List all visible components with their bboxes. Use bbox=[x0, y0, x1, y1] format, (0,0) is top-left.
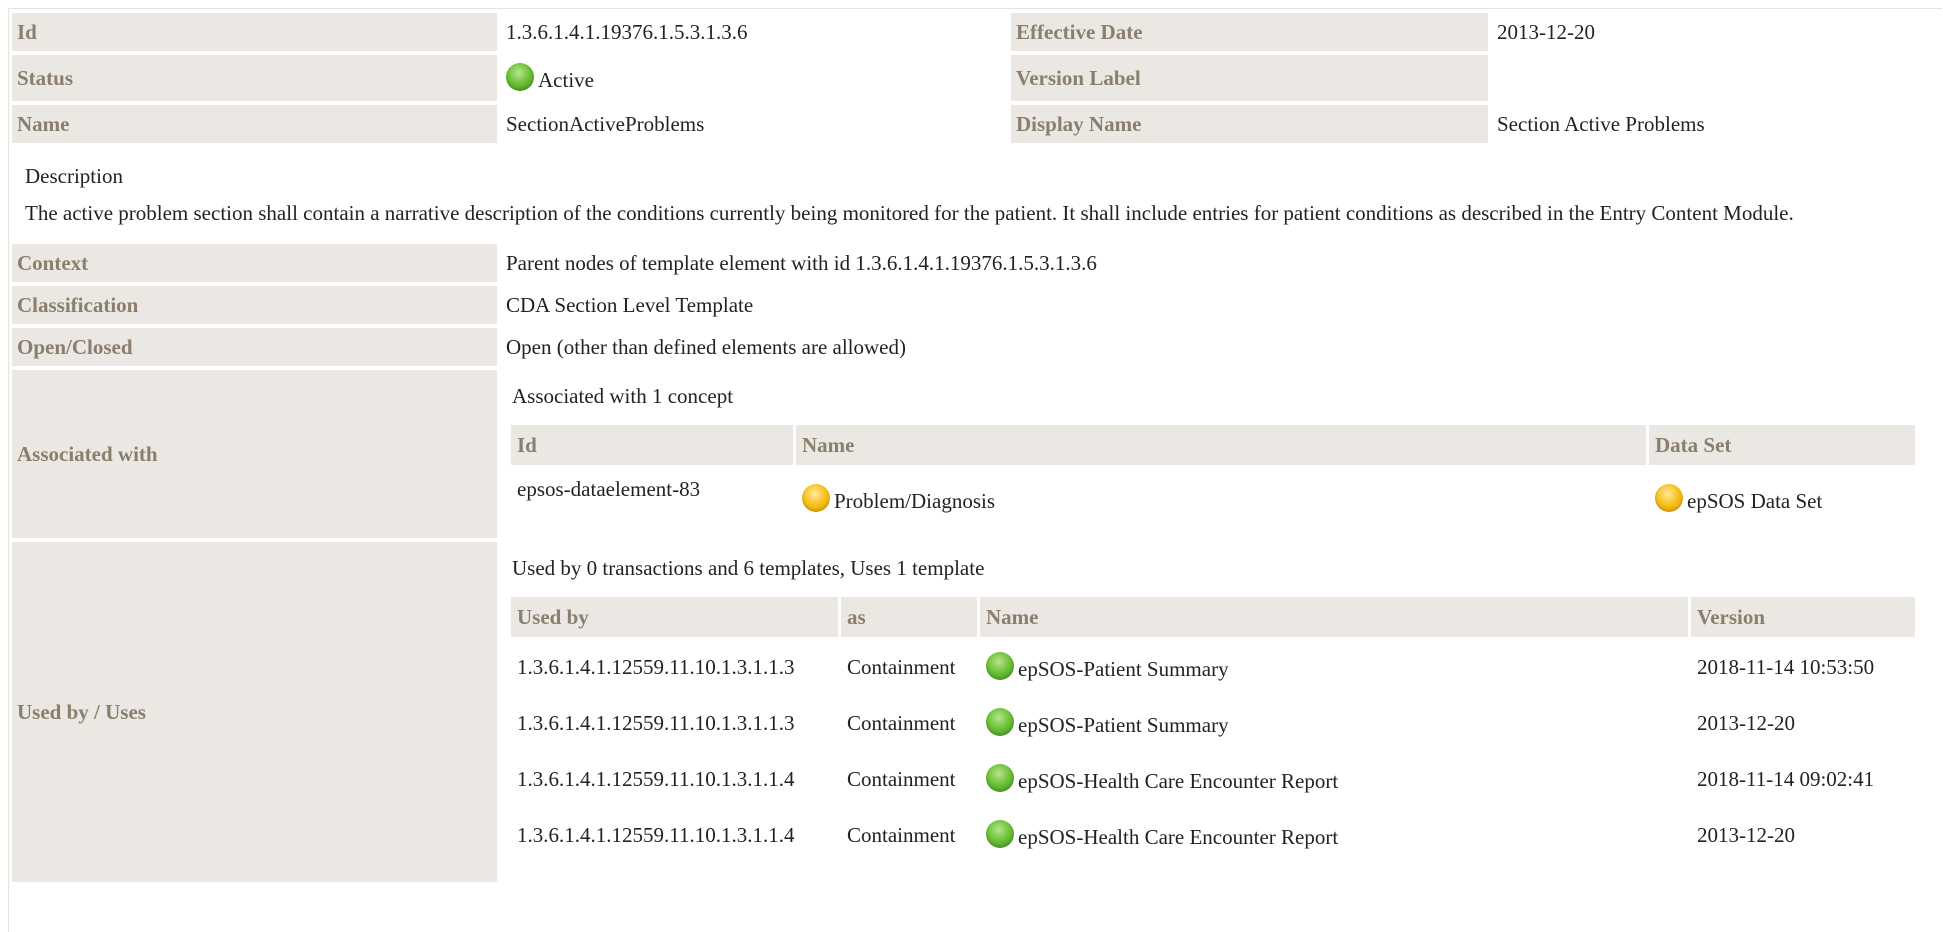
usedby-name[interactable]: epSOS-Health Care Encounter Report bbox=[1018, 769, 1338, 793]
usedby-as: Containment bbox=[847, 654, 956, 679]
usedby-col-used-by: Used by bbox=[511, 597, 838, 637]
associated-intro: Associated with 1 concept bbox=[512, 384, 734, 408]
associated-col-dataset: Data Set bbox=[1649, 425, 1915, 465]
usedby-as: Containment bbox=[847, 766, 956, 791]
context-value: Parent nodes of template element with id… bbox=[506, 250, 1097, 275]
classification-value: CDA Section Level Template bbox=[506, 292, 754, 317]
active-status-icon bbox=[986, 820, 1014, 848]
effective-date-label: Effective Date bbox=[1011, 13, 1488, 51]
usedby-as: Containment bbox=[847, 822, 956, 847]
table-row: epsos-dataelement-83 Problem/Diagnosis e… bbox=[511, 469, 1915, 529]
usedby-table: Used by as Name Version 1.3.6.1.4.1.1255… bbox=[508, 593, 1918, 865]
usedby-name-cell[interactable]: epSOS-Patient Summary bbox=[980, 641, 1688, 693]
usedby-name[interactable]: epSOS-Patient Summary bbox=[1018, 657, 1229, 681]
status-cell: Active bbox=[500, 55, 1008, 101]
concept-name[interactable]: Problem/Diagnosis bbox=[834, 489, 995, 513]
usedby-row: Used by / Uses Used by 0 transactions an… bbox=[12, 542, 1940, 882]
associated-col-id: Id bbox=[511, 425, 793, 465]
concept-dataset-cell[interactable]: epSOS Data Set bbox=[1649, 469, 1915, 529]
usedby-id: 1.3.6.1.4.1.12559.11.10.1.3.1.1.3 bbox=[517, 654, 795, 679]
context-label: Context bbox=[12, 244, 497, 282]
version-value bbox=[1491, 55, 1940, 101]
active-status-icon bbox=[986, 764, 1014, 792]
associated-row: Associated with Associated with 1 concep… bbox=[12, 370, 1940, 538]
name-value: SectionActiveProblems bbox=[506, 111, 705, 136]
status-active-icon bbox=[506, 63, 534, 91]
usedby-intro: Used by 0 transactions and 6 templates, … bbox=[512, 556, 985, 580]
id-row: Id 1.3.6.1.4.1.19376.1.5.3.1.3.6 Effecti… bbox=[12, 13, 1940, 51]
open-closed-label: Open/Closed bbox=[12, 328, 497, 366]
template-detail-page: Id 1.3.6.1.4.1.19376.1.5.3.1.3.6 Effecti… bbox=[8, 8, 1942, 932]
associated-label: Associated with bbox=[12, 370, 497, 538]
usedby-version: 2018-11-14 09:02:41 bbox=[1697, 766, 1875, 791]
id-label: Id bbox=[12, 13, 497, 51]
concept-dataset[interactable]: epSOS Data Set bbox=[1687, 489, 1822, 513]
usedby-name[interactable]: epSOS-Patient Summary bbox=[1018, 713, 1229, 737]
usedby-name-cell[interactable]: epSOS-Health Care Encounter Report bbox=[980, 753, 1688, 805]
description-text: The active problem section shall contain… bbox=[25, 201, 1794, 225]
context-row: Context Parent nodes of template element… bbox=[12, 244, 1940, 282]
usedby-id: 1.3.6.1.4.1.12559.11.10.1.3.1.1.4 bbox=[517, 822, 795, 847]
usedby-name-cell[interactable]: epSOS-Health Care Encounter Report bbox=[980, 809, 1688, 861]
classification-label: Classification bbox=[12, 286, 497, 324]
effective-date-value: 2013-12-20 bbox=[1497, 19, 1595, 44]
classification-row: Classification CDA Section Level Templat… bbox=[12, 286, 1940, 324]
usedby-col-name: Name bbox=[980, 597, 1688, 637]
usedby-header-row: Used by as Name Version bbox=[511, 597, 1915, 637]
template-properties-table: Id 1.3.6.1.4.1.19376.1.5.3.1.3.6 Effecti… bbox=[9, 9, 1943, 886]
usedby-id: 1.3.6.1.4.1.12559.11.10.1.3.1.1.3 bbox=[517, 710, 795, 735]
concept-name-cell[interactable]: Problem/Diagnosis bbox=[796, 469, 1646, 529]
display-name-value: Section Active Problems bbox=[1497, 111, 1705, 136]
open-closed-row: Open/Closed Open (other than defined ele… bbox=[12, 328, 1940, 366]
usedby-as: Containment bbox=[847, 710, 956, 735]
table-row: 1.3.6.1.4.1.12559.11.10.1.3.1.1.4 Contai… bbox=[511, 809, 1915, 861]
display-name-label: Display Name bbox=[1011, 105, 1488, 143]
active-status-icon bbox=[986, 708, 1014, 736]
usedby-cell: Used by 0 transactions and 6 templates, … bbox=[500, 542, 1940, 882]
table-row: 1.3.6.1.4.1.12559.11.10.1.3.1.1.3 Contai… bbox=[511, 697, 1915, 749]
associated-table: Id Name Data Set epsos-dataelement-83 Pr… bbox=[508, 421, 1918, 533]
associated-header-row: Id Name Data Set bbox=[511, 425, 1915, 465]
draft-status-icon bbox=[802, 484, 830, 512]
usedby-version: 2013-12-20 bbox=[1697, 822, 1795, 847]
usedby-col-as: as bbox=[841, 597, 977, 637]
concept-id: epsos-dataelement-83 bbox=[517, 477, 701, 501]
usedby-name[interactable]: epSOS-Health Care Encounter Report bbox=[1018, 825, 1338, 849]
active-status-icon bbox=[986, 652, 1014, 680]
usedby-col-version: Version bbox=[1691, 597, 1915, 637]
description-title: Description bbox=[25, 164, 123, 188]
name-row: Name SectionActiveProblems Display Name … bbox=[12, 105, 1940, 143]
associated-col-name: Name bbox=[796, 425, 1646, 465]
usedby-id: 1.3.6.1.4.1.12559.11.10.1.3.1.1.4 bbox=[517, 766, 795, 791]
status-value: Active bbox=[538, 68, 594, 92]
usedby-version: 2013-12-20 bbox=[1697, 710, 1795, 735]
version-label: Version Label bbox=[1011, 55, 1488, 101]
table-row: 1.3.6.1.4.1.12559.11.10.1.3.1.1.3 Contai… bbox=[511, 641, 1915, 693]
table-row: 1.3.6.1.4.1.12559.11.10.1.3.1.1.4 Contai… bbox=[511, 753, 1915, 805]
description-block: Description The active problem section s… bbox=[12, 147, 1940, 240]
description-row: Description The active problem section s… bbox=[12, 147, 1940, 240]
usedby-name-cell[interactable]: epSOS-Patient Summary bbox=[980, 697, 1688, 749]
usedby-version: 2018-11-14 10:53:50 bbox=[1697, 654, 1875, 679]
id-value: 1.3.6.1.4.1.19376.1.5.3.1.3.6 bbox=[506, 19, 748, 44]
usedby-label: Used by / Uses bbox=[12, 542, 497, 882]
open-closed-value: Open (other than defined elements are al… bbox=[506, 334, 906, 359]
status-row: Status Active Version Label bbox=[12, 55, 1940, 101]
draft-status-icon bbox=[1655, 484, 1683, 512]
status-label: Status bbox=[12, 55, 497, 101]
name-label: Name bbox=[12, 105, 497, 143]
associated-cell: Associated with 1 concept Id Name Data S… bbox=[500, 370, 1940, 538]
